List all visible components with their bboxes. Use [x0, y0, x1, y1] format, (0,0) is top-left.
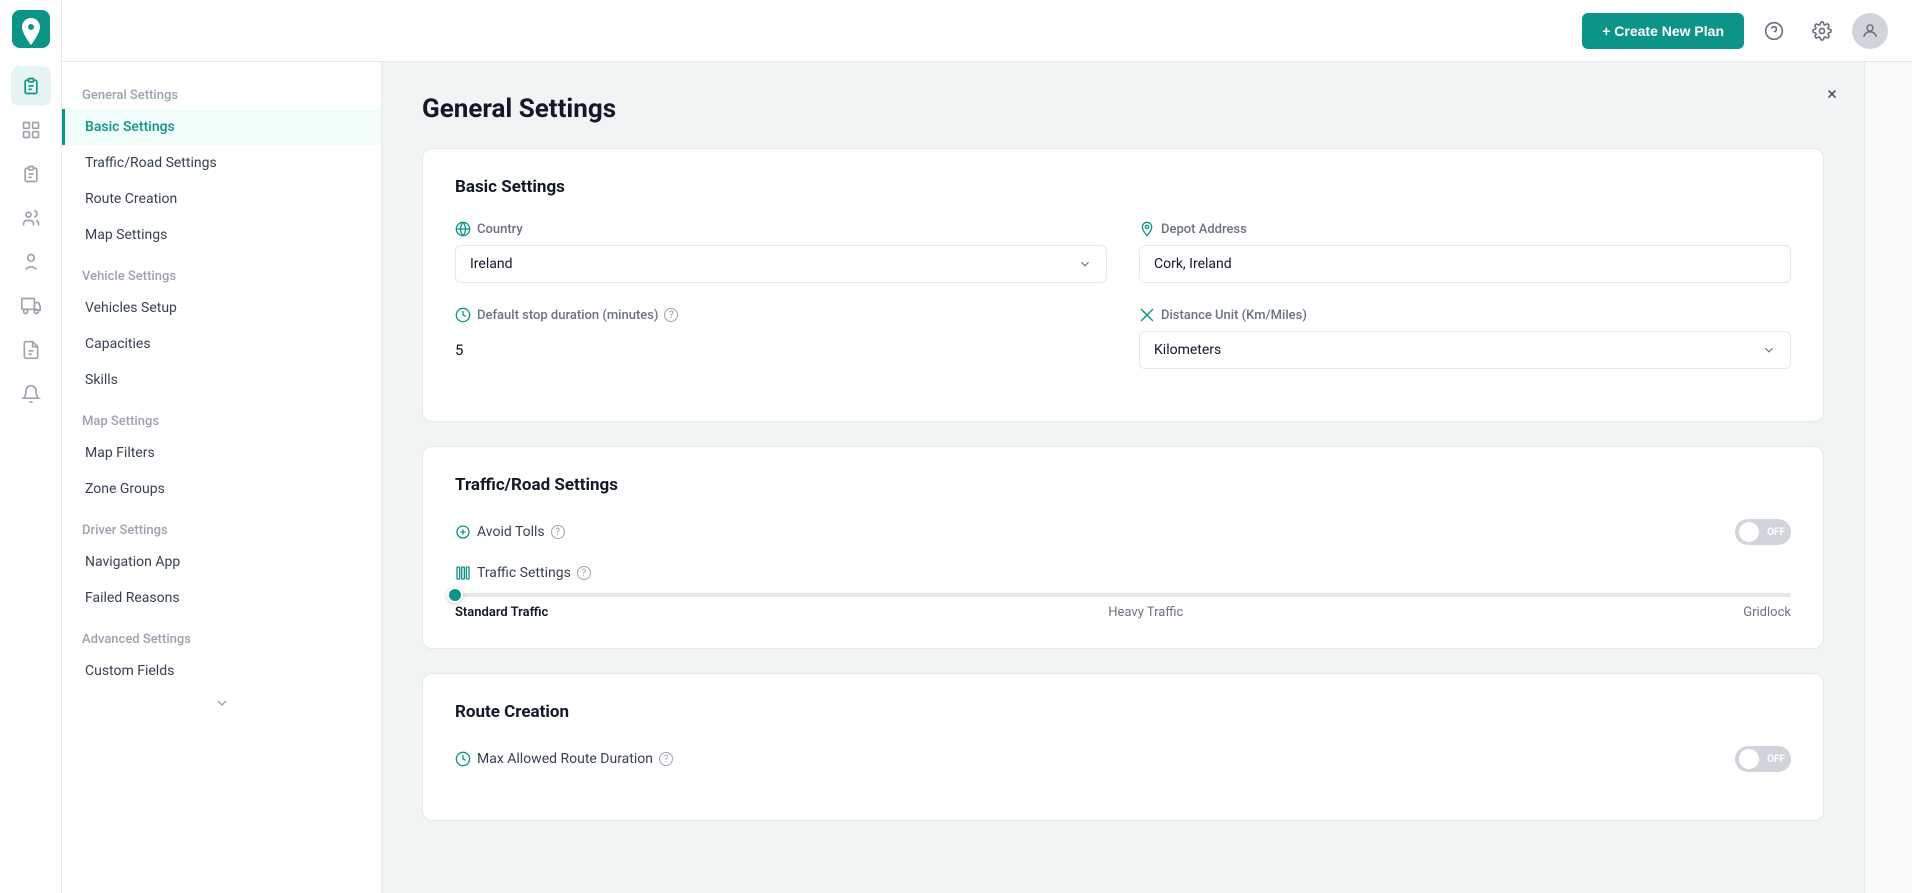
chevron-down-icon	[1078, 257, 1092, 271]
right-panel	[1864, 62, 1912, 893]
close-button[interactable]	[1816, 78, 1848, 110]
stop-duration-label: Default stop duration (minutes) ?	[455, 307, 1107, 323]
avoid-tolls-row: Avoid Tolls ? OFF	[455, 519, 1791, 545]
avoid-tolls-help-icon[interactable]: ?	[551, 525, 565, 539]
basic-settings-title: Basic Settings	[455, 177, 1791, 197]
vehicle-settings-label: Vehicle Settings	[62, 253, 381, 290]
chevron-down-icon	[1762, 343, 1776, 357]
sidebar-icon-dashboard[interactable]	[11, 110, 51, 150]
max-duration-toggle[interactable]: OFF	[1735, 746, 1791, 772]
nav-item-navigation-app[interactable]: Navigation App	[62, 544, 381, 580]
stop-duration-help-icon[interactable]: ?	[664, 308, 678, 322]
traffic-settings-row: Traffic Settings ? Standard Traffic Heav…	[455, 565, 1791, 620]
avoid-tolls-toggle[interactable]: OFF	[1735, 519, 1791, 545]
sidebar-icon-team[interactable]	[11, 198, 51, 238]
traffic-icon	[455, 565, 471, 581]
sidebar-scroll-indicator	[62, 689, 381, 717]
max-duration-row: Max Allowed Route Duration ? OFF	[455, 746, 1791, 772]
basic-settings-card: Basic Settings Country Ireland	[422, 148, 1824, 422]
traffic-settings-label: Traffic Settings ?	[455, 565, 1791, 581]
general-settings-section: General Settings Basic Settings Traffic/…	[62, 72, 381, 253]
map-settings-label: Map Settings	[62, 398, 381, 435]
country-field: Country Ireland	[455, 221, 1107, 283]
max-duration-help-icon[interactable]: ?	[659, 752, 673, 766]
depot-address-field: Depot Address Cork, Ireland	[1139, 221, 1791, 283]
traffic-label-standard: Standard Traffic	[455, 605, 548, 620]
location-icon	[1139, 221, 1155, 237]
stop-duration-field: Default stop duration (minutes) ? 5	[455, 307, 1107, 369]
sidebar-icon-orders[interactable]	[11, 154, 51, 194]
page-title: General Settings	[422, 94, 1824, 124]
nav-item-skills[interactable]: Skills	[62, 362, 381, 398]
basic-settings-row-1: Country Ireland	[455, 221, 1791, 283]
help-button[interactable]	[1756, 13, 1792, 49]
topbar: + Create New Plan	[62, 0, 1912, 62]
traffic-label-heavy: Heavy Traffic	[1108, 605, 1183, 620]
toggle-knob	[1739, 749, 1759, 769]
traffic-labels: Standard Traffic Heavy Traffic Gridlock	[455, 605, 1791, 620]
toggle-off-text: OFF	[1767, 527, 1785, 538]
sidebar-icon-vehicle[interactable]	[11, 286, 51, 326]
driver-settings-label: Driver Settings	[62, 507, 381, 544]
clock-icon	[455, 307, 471, 323]
route-creation-card: Route Creation Max Allowed Route Duratio…	[422, 673, 1824, 821]
settings-button[interactable]	[1804, 13, 1840, 49]
globe-icon	[455, 221, 471, 237]
max-duration-label: Max Allowed Route Duration ?	[455, 751, 1723, 767]
driver-settings-section: Driver Settings Navigation App Failed Re…	[62, 507, 381, 616]
icon-sidebar	[0, 0, 62, 893]
distance-unit-select[interactable]: Kilometers	[1139, 331, 1791, 369]
traffic-settings-help-icon[interactable]: ?	[577, 566, 591, 580]
clock-route-icon	[455, 751, 471, 767]
traffic-settings-title: Traffic/Road Settings	[455, 475, 1791, 495]
nav-item-vehicles-setup[interactable]: Vehicles Setup	[62, 290, 381, 326]
route-creation-title: Route Creation	[455, 702, 1791, 722]
depot-label: Depot Address	[1139, 221, 1791, 237]
content-area: General Settings Basic Settings Country	[382, 62, 1864, 893]
nav-item-zone-groups[interactable]: Zone Groups	[62, 471, 381, 507]
nav-item-capacities[interactable]: Capacities	[62, 326, 381, 362]
basic-settings-row-2: Default stop duration (minutes) ? 5	[455, 307, 1791, 369]
ruler-icon	[1139, 307, 1155, 323]
user-avatar[interactable]	[1852, 13, 1888, 49]
avoid-tolls-label: Avoid Tolls ?	[455, 524, 1723, 540]
distance-unit-label: Distance Unit (Km/Miles)	[1139, 307, 1791, 323]
depot-address-value: Cork, Ireland	[1139, 245, 1791, 283]
nav-item-basic-settings[interactable]: Basic Settings	[62, 109, 381, 145]
map-settings-section: Map Settings Map Filters Zone Groups	[62, 398, 381, 507]
nav-item-custom-fields[interactable]: Custom Fields	[62, 653, 381, 689]
general-settings-label: General Settings	[62, 72, 381, 109]
toggle-off-text: OFF	[1767, 754, 1785, 765]
settings-nav-sidebar: General Settings Basic Settings Traffic/…	[62, 62, 382, 893]
app-logo[interactable]	[12, 10, 50, 48]
sidebar-icon-reports[interactable]	[11, 330, 51, 370]
nav-item-map-settings[interactable]: Map Settings	[62, 217, 381, 253]
main-layout: General Settings Basic Settings Traffic/…	[62, 62, 1912, 893]
slider-thumb	[447, 587, 463, 603]
toggle-knob	[1739, 522, 1759, 542]
sidebar-icon-notifications[interactable]	[11, 374, 51, 414]
country-label: Country	[455, 221, 1107, 237]
traffic-settings-card: Traffic/Road Settings Avoid Tolls ? OFF	[422, 446, 1824, 649]
stop-duration-value: 5	[455, 331, 1107, 369]
traffic-label-gridlock: Gridlock	[1743, 605, 1791, 620]
create-new-plan-button[interactable]: + Create New Plan	[1582, 13, 1744, 49]
sidebar-icon-driver[interactable]	[11, 242, 51, 282]
vehicle-settings-section: Vehicle Settings Vehicles Setup Capaciti…	[62, 253, 381, 398]
nav-item-traffic-road[interactable]: Traffic/Road Settings	[62, 145, 381, 181]
nav-item-route-creation[interactable]: Route Creation	[62, 181, 381, 217]
distance-unit-field: Distance Unit (Km/Miles) Kilometers	[1139, 307, 1791, 369]
advanced-settings-section: Advanced Settings Custom Fields	[62, 616, 381, 689]
traffic-slider[interactable]: Standard Traffic Heavy Traffic Gridlock	[455, 593, 1791, 620]
nav-item-map-filters[interactable]: Map Filters	[62, 435, 381, 471]
country-select[interactable]: Ireland	[455, 245, 1107, 283]
slider-track	[455, 593, 1791, 597]
nav-item-failed-reasons[interactable]: Failed Reasons	[62, 580, 381, 616]
advanced-settings-label: Advanced Settings	[62, 616, 381, 653]
toll-icon	[455, 524, 471, 540]
sidebar-icon-routes[interactable]	[11, 66, 51, 106]
